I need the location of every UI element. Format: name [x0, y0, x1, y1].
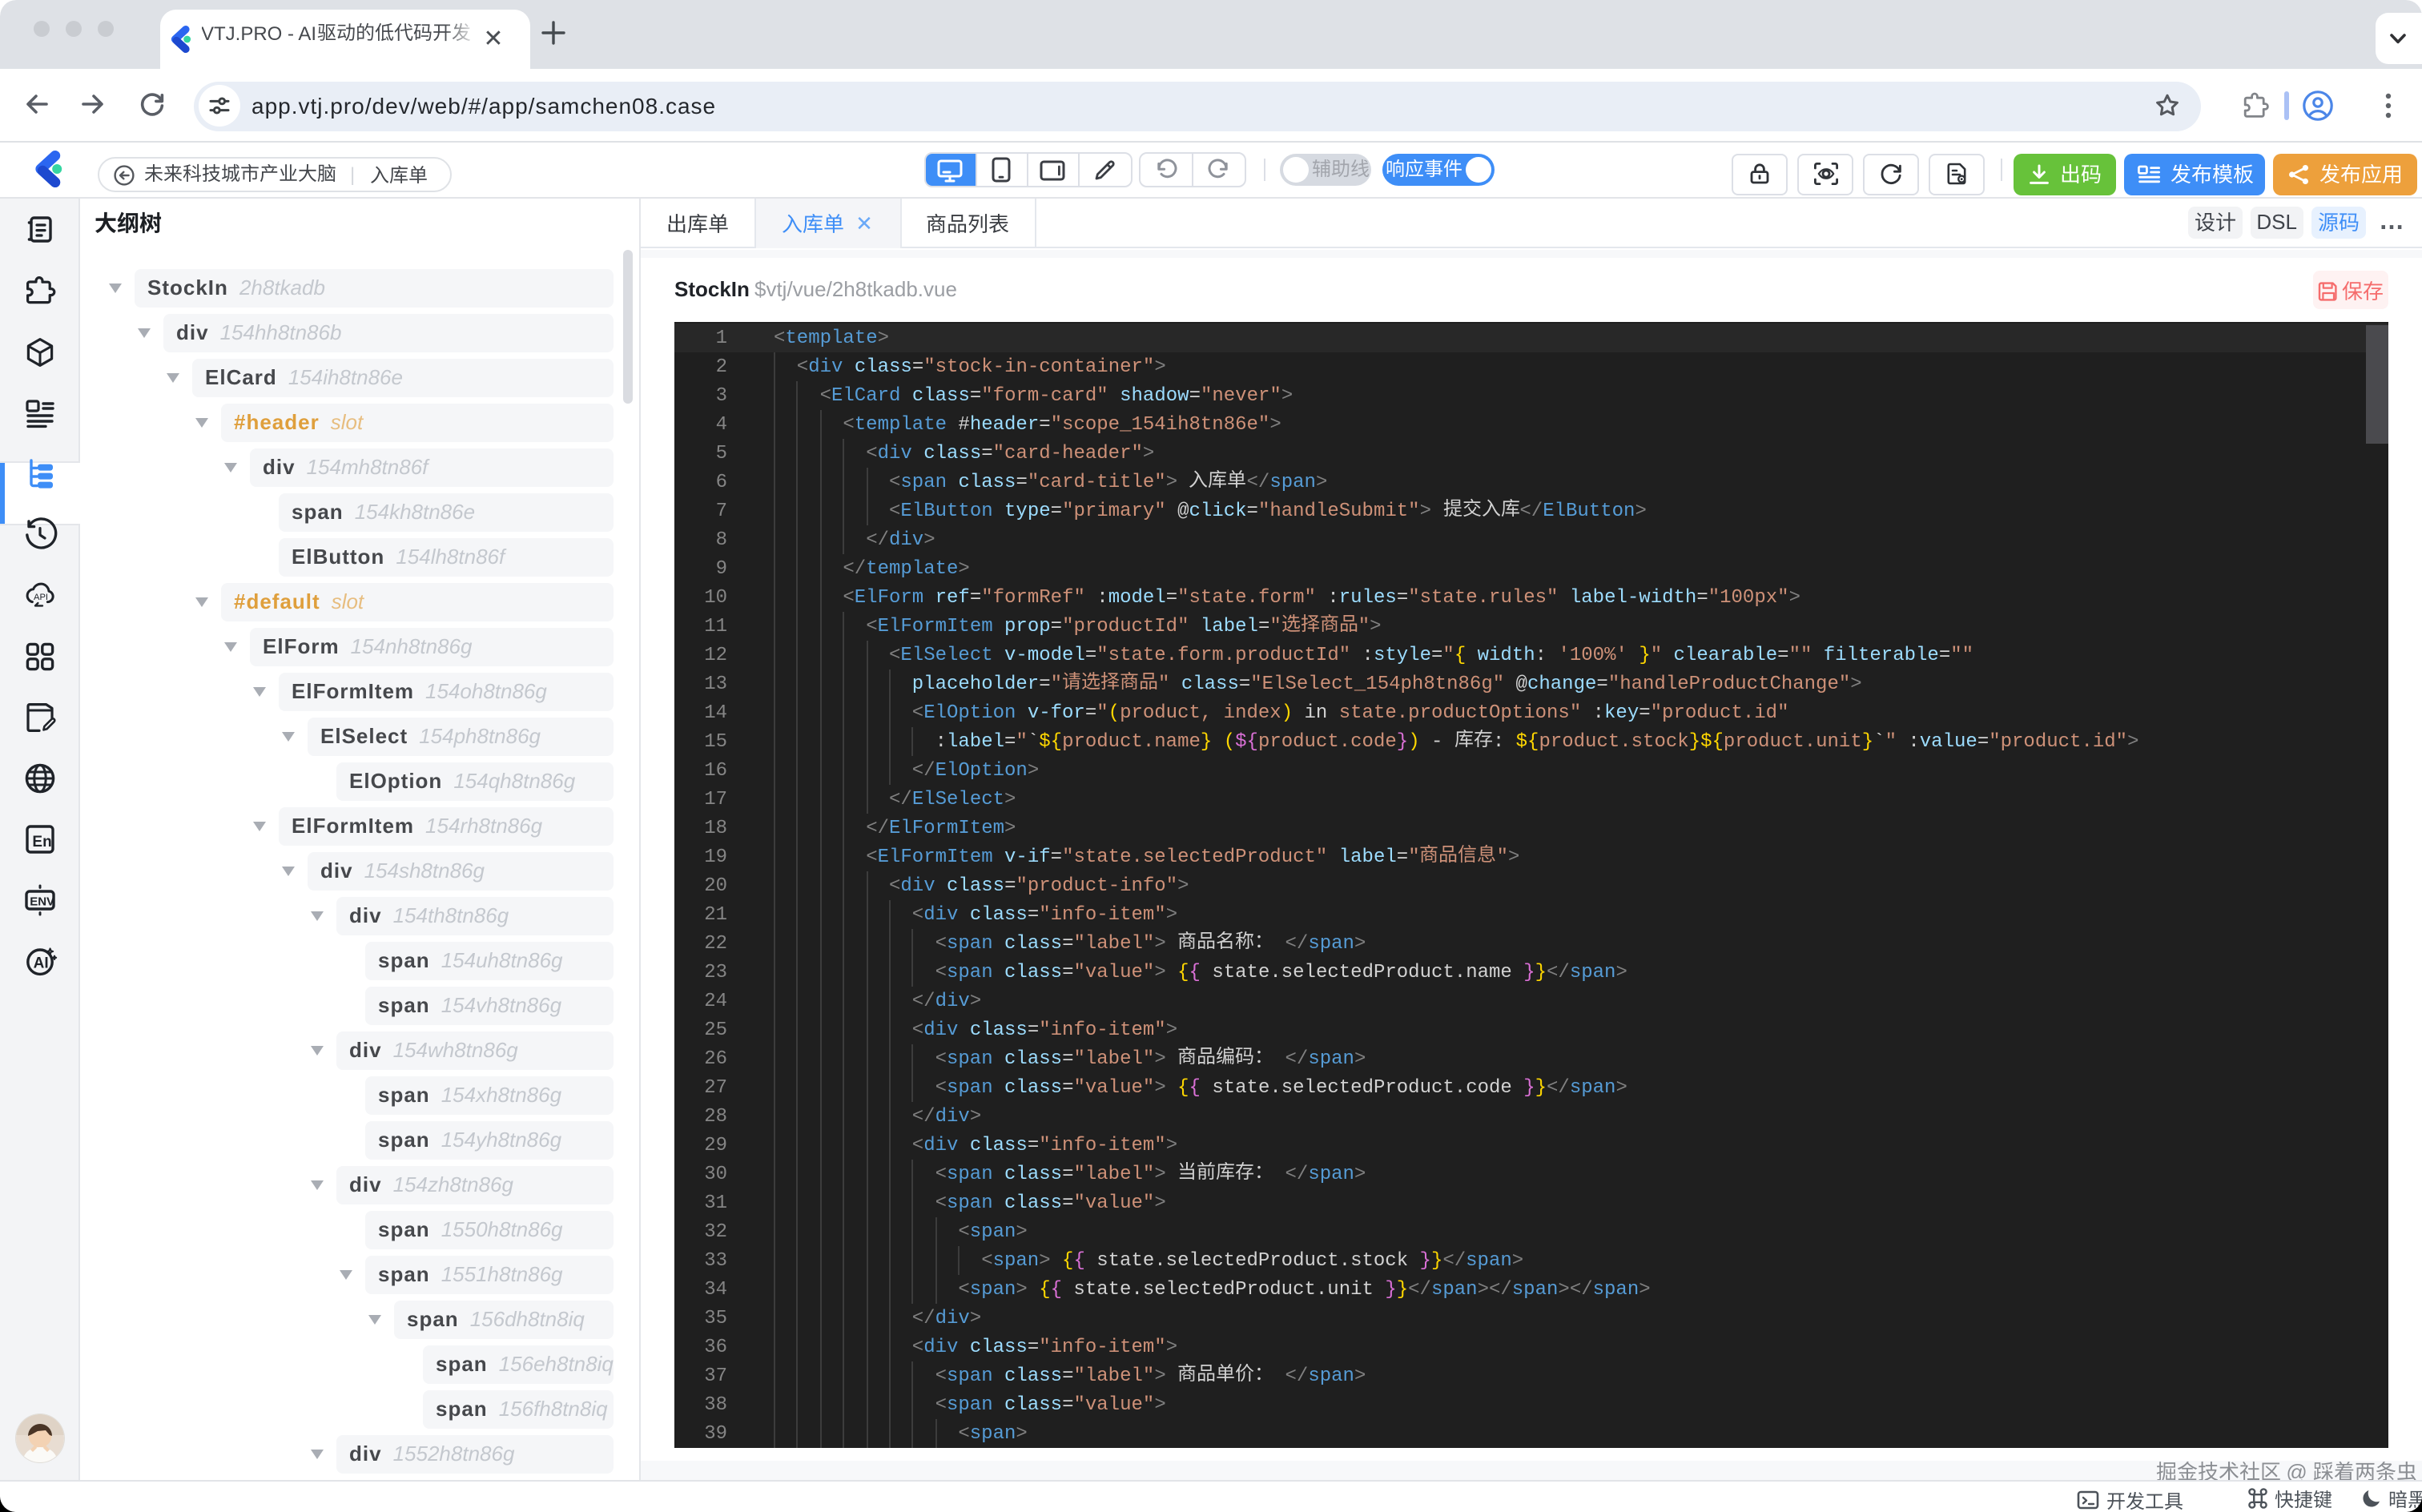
svg-text:API: API: [34, 593, 48, 602]
svg-text:AI: AI: [34, 955, 49, 971]
svg-text:ENV: ENV: [30, 895, 54, 908]
svg-text:En: En: [32, 834, 51, 850]
